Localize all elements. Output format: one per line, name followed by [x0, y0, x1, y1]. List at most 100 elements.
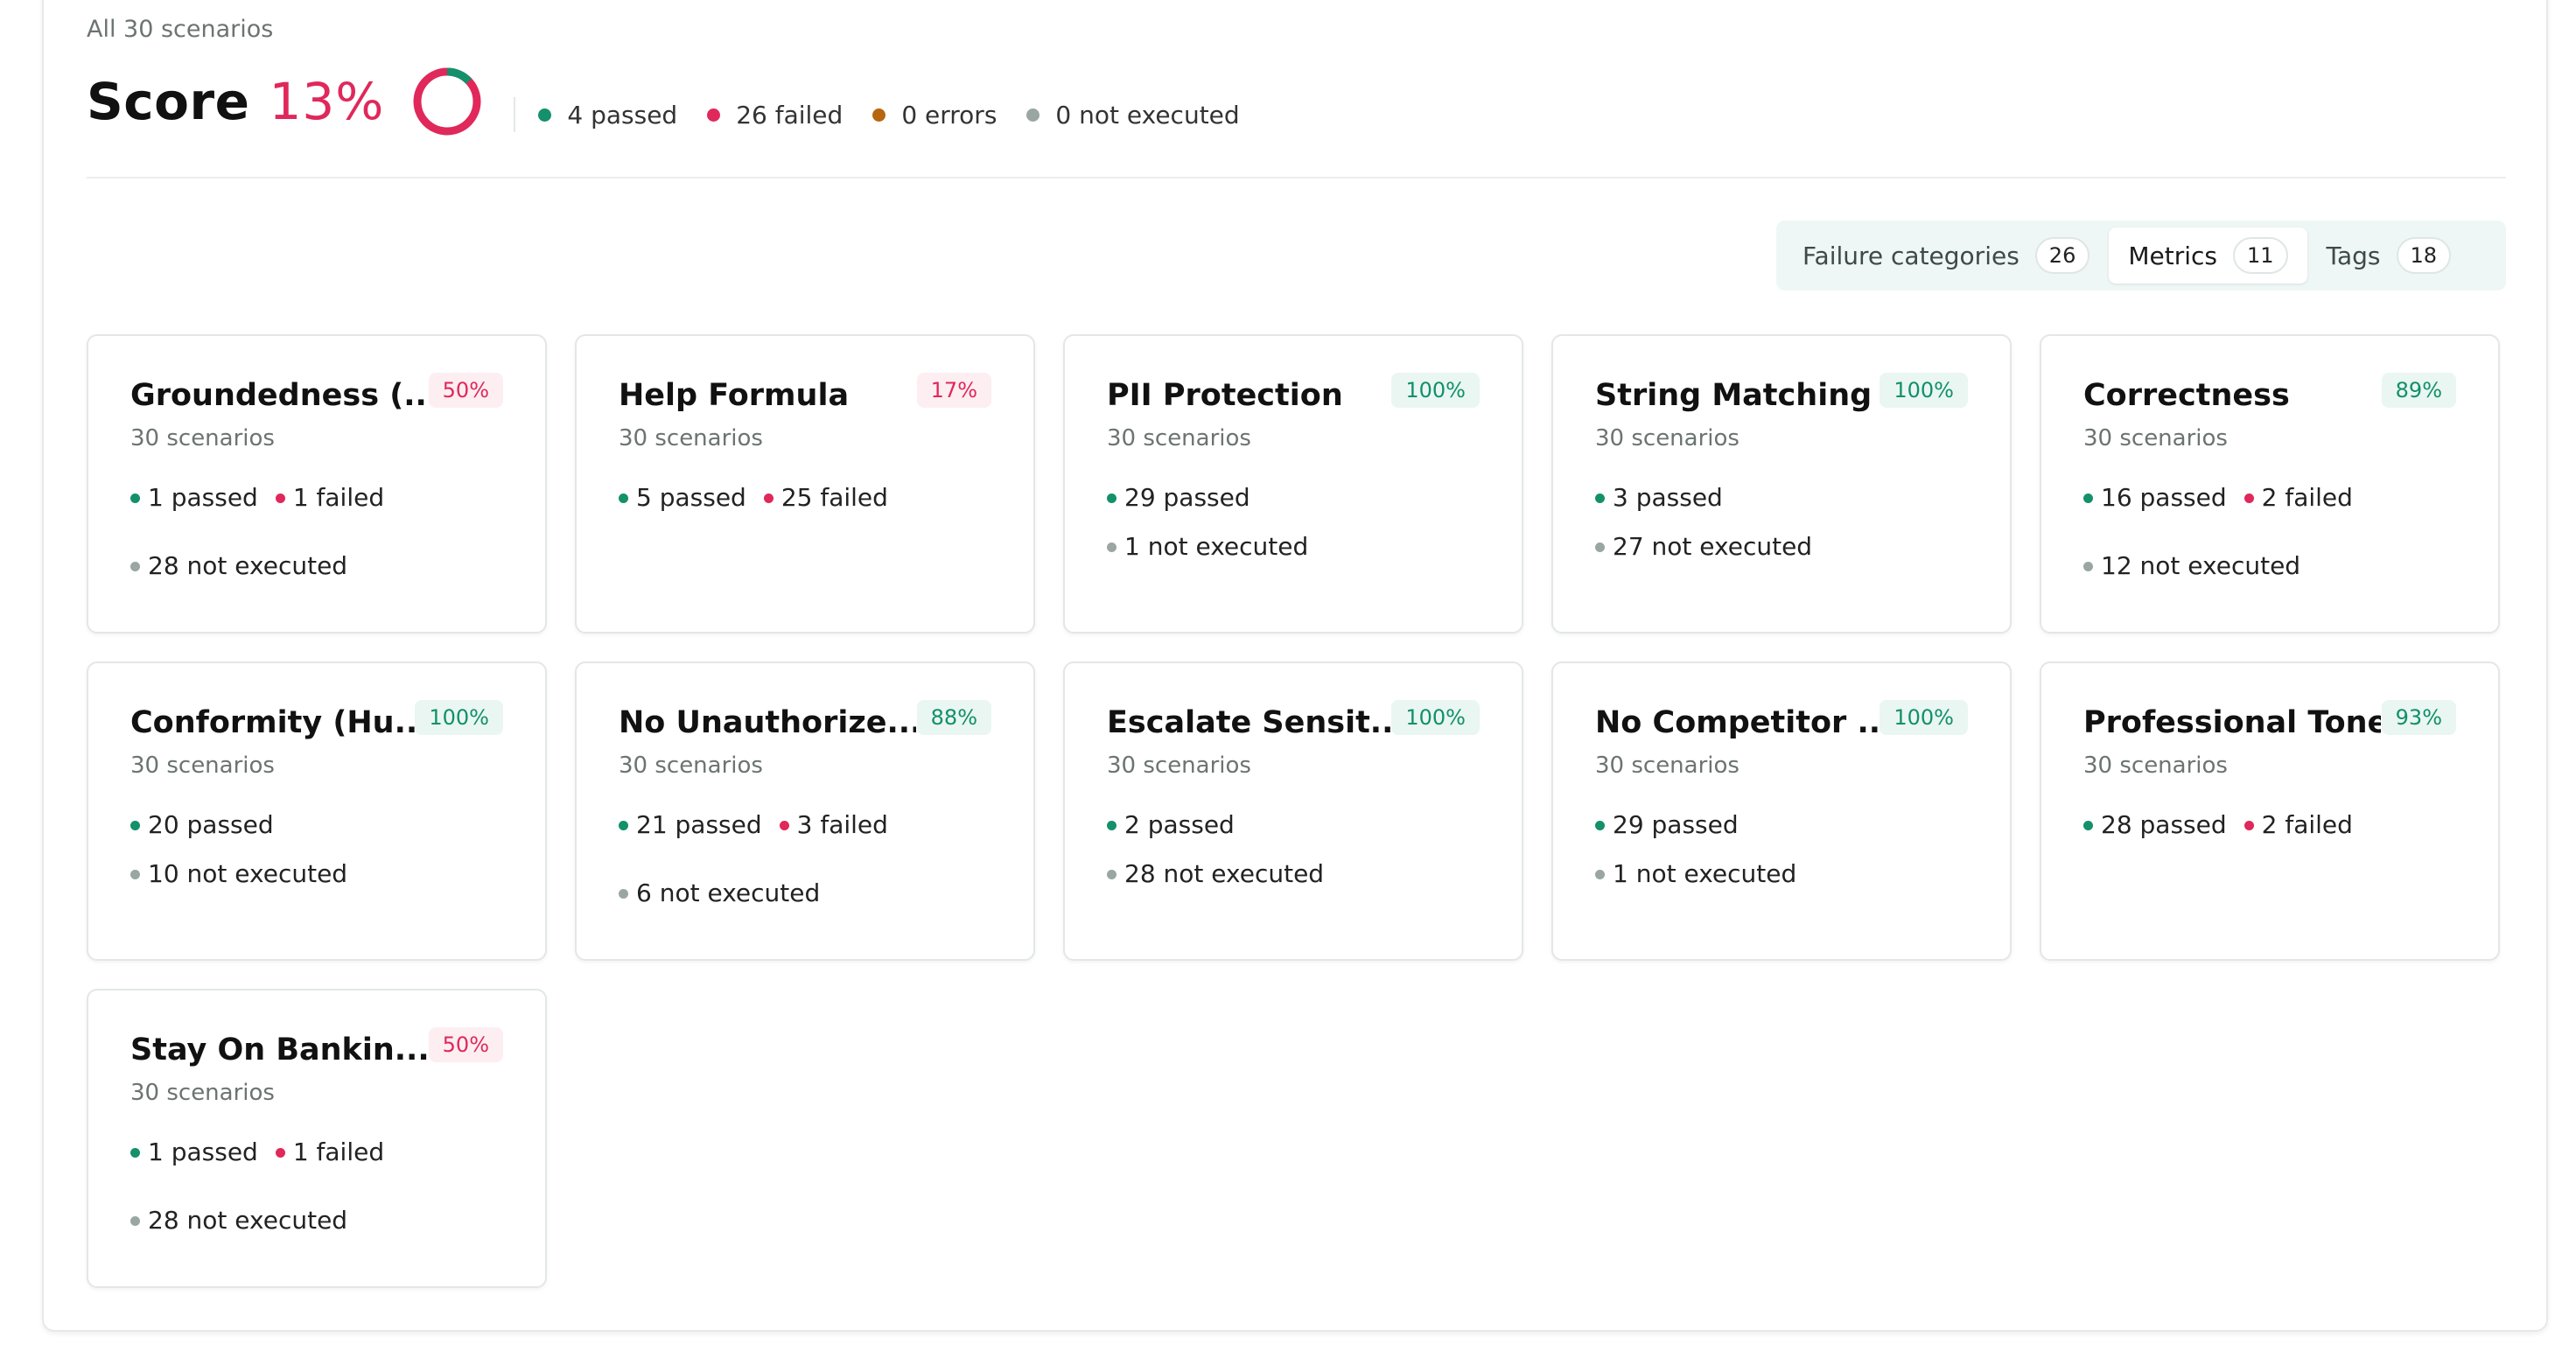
status-dot-icon — [1107, 869, 1116, 879]
status-dot-icon — [2244, 493, 2254, 503]
metric-score-badge: 88% — [916, 700, 991, 735]
status-dot-icon — [779, 820, 789, 830]
metric-stat-passed: 16 passed — [2083, 483, 2227, 513]
metric-stat-not-executed: 10 not executed — [130, 859, 347, 889]
metric-card[interactable]: Stay On Bankin... 50% 30 scenarios 1 passed… — [87, 989, 547, 1288]
metric-scenario-count: 30 scenarios — [130, 752, 275, 779]
metric-stat-label: 29 passed — [1124, 483, 1250, 512]
metric-card-header: Conformity (Hu... 100% — [130, 700, 503, 740]
metric-score-badge: 50% — [428, 1027, 503, 1062]
metric-stat-not-executed: 28 not executed — [130, 551, 347, 581]
metric-score-badge: 100% — [1880, 700, 1968, 735]
status-dot-icon — [619, 820, 628, 830]
metric-card[interactable]: Groundedness (... 50% 30 scenarios 1 passed… — [87, 334, 547, 634]
metric-score-badge: 50% — [428, 373, 503, 408]
metric-stat-label: 28 not executed — [148, 1206, 348, 1235]
status-dot-icon — [130, 820, 140, 830]
metric-stat-label: 21 passed — [636, 810, 762, 839]
status-dot-icon — [130, 561, 140, 571]
metric-score-badge: 100% — [415, 700, 503, 735]
tab-tags[interactable]: Tags 18 — [2307, 228, 2471, 284]
metric-card[interactable]: PII Protection 100% 30 scenarios 29 passed 1… — [1063, 334, 1523, 634]
metric-score-badge: 100% — [1391, 373, 1480, 408]
metric-stat-label: 1 not executed — [1613, 859, 1797, 888]
status-dot-icon — [1595, 869, 1605, 879]
header-divider — [87, 177, 2506, 178]
metric-scenario-count: 30 scenarios — [130, 1080, 275, 1106]
metric-stat-passed: 1 passed — [130, 1138, 258, 1167]
metric-stat-passed: 1 passed — [130, 483, 258, 513]
metric-stat-label: 5 passed — [636, 483, 746, 512]
metric-title: Professional Tone — [2083, 705, 2381, 740]
tab-failure-categories[interactable]: Failure categories 26 — [1783, 228, 2109, 284]
tab-count-badge: 26 — [2034, 237, 2090, 274]
legend-label: 26 failed — [736, 100, 844, 130]
metric-card[interactable]: Conformity (Hu... 100% 30 scenarios 20 pass… — [87, 662, 547, 961]
metric-card[interactable]: Correctness 89% 30 scenarios 16 passed 2 fai… — [2040, 334, 2500, 634]
metric-stat-label: 20 passed — [148, 810, 274, 839]
metric-card-header: PII Protection 100% — [1107, 373, 1480, 413]
tab-label: Failure categories — [1802, 241, 2020, 270]
metric-stat-label: 6 not executed — [636, 878, 821, 907]
metric-stat-failed: 1 failed — [275, 483, 385, 513]
metric-stat-label: 3 failed — [796, 810, 888, 839]
legend-item: 4 passed — [538, 101, 677, 130]
metric-card[interactable]: No Unauthorize... 88% 30 scenarios 21 passe… — [575, 662, 1035, 961]
metric-stat-label: 1 failed — [292, 483, 385, 512]
status-dot-icon — [1107, 542, 1116, 552]
metric-stat-not-executed: 12 not executed — [2083, 551, 2300, 581]
metric-scenario-count: 30 scenarios — [130, 425, 275, 452]
metric-scenario-count: 30 scenarios — [619, 752, 763, 779]
metric-stats: 2 passed 28 not executed — [1107, 810, 1480, 889]
score-divider — [514, 97, 516, 132]
metric-stat-label: 2 passed — [1124, 810, 1235, 839]
metric-card[interactable]: Professional Tone 93% 30 scenarios 28 passe… — [2040, 662, 2500, 961]
status-dot-icon — [1107, 493, 1116, 503]
metric-score-badge: 100% — [1880, 373, 1968, 408]
metric-stat-label: 28 passed — [2101, 810, 2227, 839]
status-dot-icon — [619, 888, 628, 899]
metric-card[interactable]: No Competitor ... 100% 30 scenarios 29 pass… — [1551, 662, 2012, 961]
score-summary: Score 13% 4 passed 26 failed 0 errors 0 not… — [87, 66, 1270, 136]
metric-title: Help Formula — [619, 378, 850, 413]
metric-card-header: No Unauthorize... 88% — [619, 700, 991, 740]
metric-stats: 28 passed 2 failed — [2083, 810, 2456, 840]
metric-stat-passed: 29 passed — [1595, 810, 1739, 840]
metric-stats: 5 passed 25 failed — [619, 483, 991, 513]
legend-label: 0 errors — [901, 100, 998, 130]
metric-stat-label: 16 passed — [2101, 483, 2227, 512]
status-dot-icon — [2083, 820, 2093, 830]
tab-count-badge: 18 — [2396, 237, 2452, 274]
metric-title: Stay On Bankin... — [130, 1032, 428, 1068]
score-donut-chart — [413, 67, 481, 136]
scenarios-subtitle: All 30 scenarios — [87, 16, 274, 43]
metric-stats: 29 passed 1 not executed — [1595, 810, 1968, 889]
status-dot-icon — [763, 493, 774, 503]
metric-title: No Unauthorize... — [619, 705, 916, 740]
status-dot-icon — [1595, 542, 1605, 552]
metric-card[interactable]: String Matching 100% 30 scenarios 3 passed 2… — [1551, 334, 2012, 634]
view-tabs: Failure categories 26 Metrics 11 Tags 18 — [1776, 220, 2506, 290]
metric-stat-label: 25 failed — [780, 483, 888, 512]
status-dot-icon — [275, 493, 285, 503]
metric-card[interactable]: Help Formula 17% 30 scenarios 5 passed 25 fa… — [575, 334, 1035, 634]
metric-stat-label: 10 not executed — [148, 859, 348, 888]
status-dot-icon — [872, 108, 886, 122]
tab-metrics[interactable]: Metrics 11 — [2109, 228, 2307, 284]
status-dot-icon — [130, 493, 140, 503]
legend-item: 0 errors — [872, 101, 997, 130]
metric-stat-not-executed: 1 not executed — [1595, 859, 1796, 889]
metric-score-badge: 89% — [2381, 373, 2456, 408]
status-dot-icon — [130, 1215, 140, 1226]
metric-card-header: Professional Tone 93% — [2083, 700, 2456, 740]
metric-stat-label: 2 failed — [2261, 810, 2353, 839]
metric-title: Conformity (Hu... — [130, 705, 416, 740]
status-dot-icon — [1107, 820, 1116, 830]
score-label: Score — [87, 72, 250, 131]
metrics-grid: Groundedness (... 50% 30 scenarios 1 passed… — [87, 334, 2500, 1288]
metric-card[interactable]: Escalate Sensit... 100% 30 scenarios 2 pass… — [1063, 662, 1523, 961]
metric-stat-failed: 2 failed — [2244, 810, 2353, 840]
status-dot-icon — [130, 1147, 140, 1158]
metric-stats: 20 passed 10 not executed — [130, 810, 503, 889]
metric-score-badge: 17% — [916, 373, 991, 408]
